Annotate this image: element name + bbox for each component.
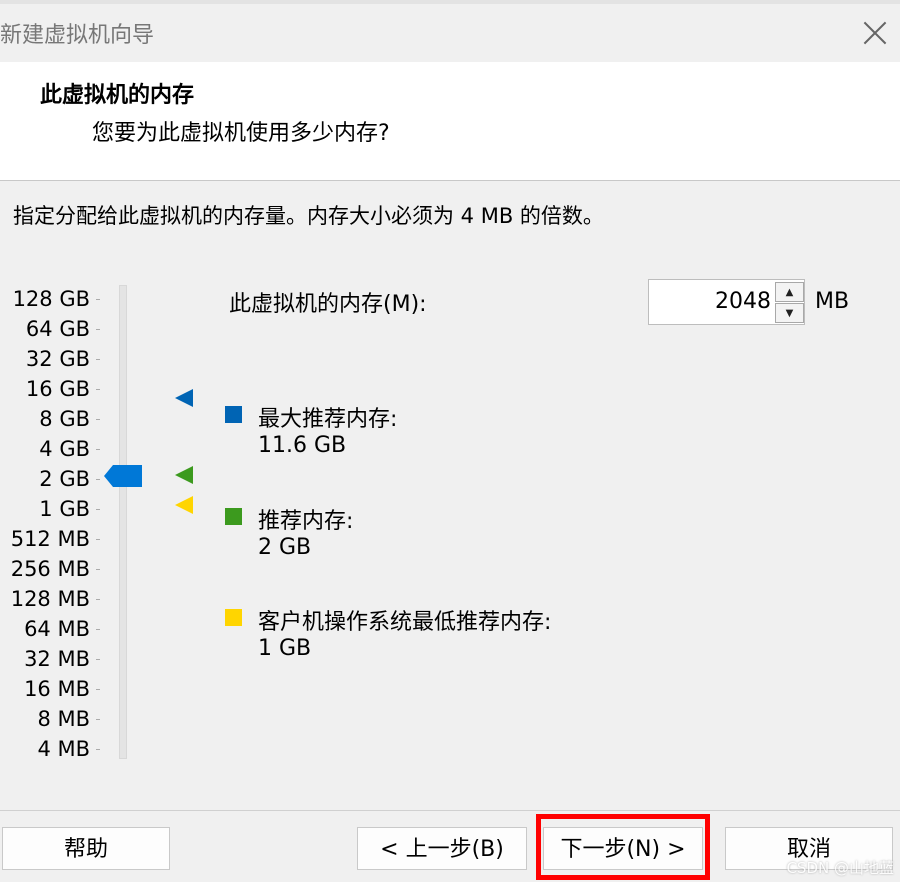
scale-label: 1 GB bbox=[39, 494, 100, 524]
max-recommended-value: 11.6 GB bbox=[258, 433, 347, 458]
watermark: CSDN @山地蓝 bbox=[786, 859, 894, 877]
scale-label: 8 MB bbox=[37, 704, 100, 734]
close-icon[interactable] bbox=[860, 18, 890, 48]
title-bar: 新建虚拟机向导 bbox=[0, 0, 900, 62]
recommended-value: 2 GB bbox=[258, 535, 312, 560]
wizard-header: 此虚拟机的内存 您要为此虚拟机使用多少内存? bbox=[0, 62, 900, 181]
page-title: 此虚拟机的内存 bbox=[40, 83, 195, 108]
scale-label: 16 MB bbox=[24, 674, 100, 704]
spin-down-button[interactable]: ▼ bbox=[775, 303, 804, 323]
triangle-up-icon: ▲ bbox=[785, 286, 794, 298]
slider-track[interactable] bbox=[119, 285, 127, 759]
slider-thumb[interactable] bbox=[104, 465, 142, 487]
help-button[interactable]: 帮助 bbox=[2, 827, 170, 870]
back-button[interactable]: < 上一步(B) bbox=[357, 827, 527, 870]
guest-min-label: 客户机操作系统最低推荐内存: bbox=[258, 610, 552, 635]
scale-label: 64 GB bbox=[26, 314, 101, 344]
triangle-down-icon: ▼ bbox=[785, 307, 794, 319]
scale-label: 32 MB bbox=[24, 644, 100, 674]
scale-label: 16 GB bbox=[26, 374, 101, 404]
footer-divider bbox=[0, 810, 900, 811]
recommended-label: 推荐内存: bbox=[258, 509, 354, 534]
max-recommended-label: 最大推荐内存: bbox=[258, 407, 398, 432]
memory-input[interactable] bbox=[651, 282, 771, 320]
scale-label: 64 MB bbox=[24, 614, 100, 644]
guest-min-marker-icon bbox=[175, 496, 193, 514]
memory-spinbox: ▲ ▼ bbox=[648, 279, 805, 325]
guest-min-value: 1 GB bbox=[258, 636, 312, 661]
max-recommended-marker-icon bbox=[175, 389, 193, 407]
guest-min-square-icon bbox=[225, 609, 242, 626]
memory-unit: MB bbox=[815, 289, 850, 314]
scale-label: 8 GB bbox=[39, 404, 100, 434]
scale-label: 128 MB bbox=[11, 584, 101, 614]
scale-label: 32 GB bbox=[26, 344, 101, 374]
instruction-text: 指定分配给此虚拟机的内存量。内存大小必须为 4 MB 的倍数。 bbox=[13, 204, 604, 228]
scale-label: 256 MB bbox=[11, 554, 101, 584]
scale-label: 4 MB bbox=[37, 734, 100, 764]
scale-label: 128 GB bbox=[13, 284, 101, 314]
recommended-square-icon bbox=[225, 508, 242, 525]
recommended-marker-icon bbox=[175, 466, 193, 484]
max-recommended-square-icon bbox=[225, 406, 242, 423]
scale-label: 2 GB bbox=[39, 464, 100, 494]
next-button[interactable]: 下一步(N) > bbox=[543, 827, 703, 870]
scale-label: 512 MB bbox=[11, 524, 101, 554]
spin-up-button[interactable]: ▲ bbox=[775, 282, 804, 302]
page-subtitle: 您要为此虚拟机使用多少内存? bbox=[92, 121, 390, 146]
scale-label: 4 GB bbox=[39, 434, 100, 464]
window-title: 新建虚拟机向导 bbox=[0, 23, 155, 48]
memory-label: 此虚拟机的内存(M): bbox=[229, 292, 427, 317]
window-top-strip bbox=[0, 0, 900, 4]
